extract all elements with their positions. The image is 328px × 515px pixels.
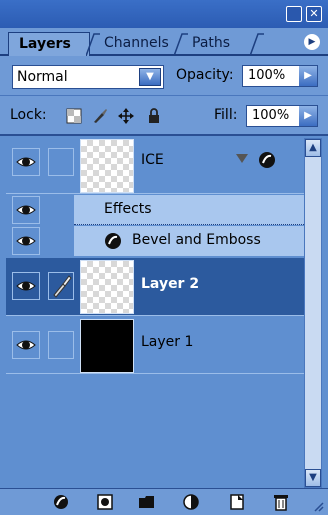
collapse-effects-icon[interactable] <box>236 154 248 164</box>
link-cell[interactable] <box>48 331 74 359</box>
bevel-effect-row[interactable]: Bevel and Emboss <box>74 226 306 256</box>
palette-titlebar: ✕ <box>0 0 328 28</box>
effects-row[interactable]: Effects <box>6 195 306 225</box>
brush-icon <box>53 275 72 298</box>
tab-layers[interactable]: Layers <box>8 32 90 56</box>
layer-thumbnail <box>80 260 134 314</box>
tab-channels[interactable]: Channels <box>94 32 176 56</box>
resize-grip-icon[interactable] <box>312 500 324 512</box>
layers-bottom-bar <box>0 488 328 515</box>
layer-row-ice[interactable]: ICE <box>6 138 306 194</box>
scroll-down-icon[interactable]: ▼ <box>305 469 321 487</box>
layer-style-icon[interactable] <box>52 493 70 511</box>
layer-thumbnail <box>80 319 134 373</box>
opacity-field[interactable]: 100% ▶ <box>242 65 318 87</box>
effect-name: Bevel and Emboss <box>132 232 261 248</box>
eye-icon <box>16 205 36 215</box>
effects-label: Effects <box>104 201 152 217</box>
fill-label: Fill: <box>214 107 238 123</box>
visibility-toggle[interactable] <box>12 331 40 359</box>
eye-icon <box>16 340 36 350</box>
active-brush-cell[interactable] <box>48 272 74 300</box>
fill-value: 100% <box>252 108 290 123</box>
eye-icon <box>16 157 36 167</box>
visibility-toggle[interactable] <box>12 148 40 176</box>
lock-move-icon[interactable] <box>118 108 134 124</box>
lock-brush-icon[interactable] <box>92 108 108 124</box>
link-cell[interactable] <box>48 148 74 176</box>
effect-bevel-row[interactable]: Bevel and Emboss <box>6 226 306 256</box>
minimize-icon[interactable] <box>286 6 302 22</box>
layer-row-layer-1[interactable]: Layer 1 <box>6 318 306 374</box>
layer-row-layer-2[interactable]: Layer 2 <box>6 258 306 316</box>
lock-label: Lock: <box>10 107 47 123</box>
opacity-label: Opacity: <box>176 67 234 83</box>
chevron-down-icon[interactable]: ▼ <box>139 68 161 86</box>
opacity-value: 100% <box>248 68 286 83</box>
visibility-toggle[interactable] <box>12 196 40 224</box>
mask-icon[interactable] <box>96 493 114 511</box>
blend-mode-value: Normal <box>17 69 68 85</box>
palette-tabs: Layers Channels Paths ▶ <box>0 28 328 56</box>
lock-transparency-icon[interactable] <box>66 108 82 124</box>
lock-row: Lock: Fill: 100% ▶ <box>0 96 328 136</box>
close-icon[interactable]: ✕ <box>306 6 322 22</box>
layer-style-icon <box>105 233 121 249</box>
layers-list: ICE Effects Bevel and Emboss Layer 2 Lay… <box>6 138 306 488</box>
layer-name: Layer 2 <box>141 276 200 292</box>
layer-name: Layer 1 <box>141 334 194 350</box>
scroll-up-icon[interactable]: ▲ <box>305 139 321 157</box>
fill-field[interactable]: 100% ▶ <box>246 105 318 127</box>
fill-slider-arrow-icon[interactable]: ▶ <box>299 106 317 126</box>
effects-label-row[interactable]: Effects <box>74 195 306 225</box>
tab-paths[interactable]: Paths <box>182 32 252 56</box>
layer-thumbnail <box>80 139 134 193</box>
tab-divider <box>250 33 264 56</box>
visibility-toggle[interactable] <box>12 272 40 300</box>
layer-style-icon <box>259 152 275 168</box>
new-layer-icon[interactable] <box>228 493 246 511</box>
trash-icon[interactable] <box>272 493 290 511</box>
layer-name: ICE <box>141 152 164 168</box>
blend-row: Normal ▼ Opacity: 100% ▶ <box>0 56 328 96</box>
new-group-icon[interactable] <box>138 493 156 511</box>
blend-mode-select[interactable]: Normal ▼ <box>12 65 164 89</box>
palette-menu-icon[interactable]: ▶ <box>304 34 320 50</box>
lock-all-icon[interactable] <box>146 108 162 124</box>
visibility-toggle[interactable] <box>12 227 40 255</box>
eye-icon <box>16 236 36 246</box>
opacity-slider-arrow-icon[interactable]: ▶ <box>299 66 317 86</box>
adjustment-layer-icon[interactable] <box>182 493 200 511</box>
layers-scrollbar[interactable]: ▲ ▼ <box>304 138 322 488</box>
eye-icon <box>16 281 36 291</box>
